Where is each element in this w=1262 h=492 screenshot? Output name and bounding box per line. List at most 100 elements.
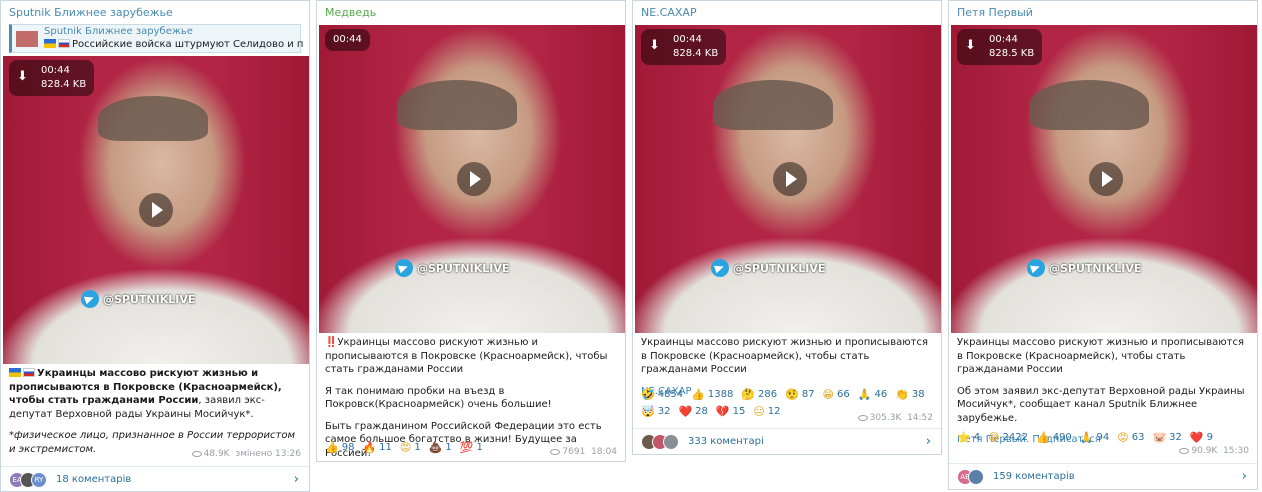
- reaction[interactable]: ❤️ 28: [678, 405, 707, 418]
- channel-title[interactable]: Петя Первый: [957, 6, 1033, 19]
- comments-label[interactable]: 333 коментарі: [688, 436, 764, 447]
- reaction[interactable]: ❤️ 9: [1190, 431, 1213, 444]
- download-icon[interactable]: ⬇: [17, 70, 28, 84]
- video-info-badge[interactable]: ⬇ 00:44 828.5 KB: [957, 29, 1043, 65]
- reaction[interactable]: 💔 15: [716, 405, 745, 418]
- video-duration: 00:44: [673, 34, 702, 45]
- comments-bar[interactable]: 333 коментарі ›: [633, 428, 941, 454]
- post-sputnik: Sputnik Ближнее зарубежье Sputnik Ближне…: [0, 0, 310, 492]
- chevron-right-icon[interactable]: ›: [1242, 469, 1247, 484]
- reaction[interactable]: 🤯 32: [641, 405, 670, 418]
- avatar: [968, 468, 984, 485]
- post-petya: Петя Первый ⬇ 00:44 828.5 KB @SPUTNIKLIV…: [948, 0, 1258, 490]
- video-player[interactable]: ⬇ 00:44 828.4 KB @SPUTNIKLIVE: [635, 25, 941, 333]
- reaction[interactable]: 🔥 11: [362, 441, 391, 454]
- video-figure: [98, 96, 208, 141]
- post-time: 15:30: [1223, 446, 1249, 456]
- post-meta: 7691 18:04: [550, 447, 617, 457]
- channel-title[interactable]: Медведь: [325, 6, 376, 19]
- view-count: 305.3K: [869, 413, 902, 423]
- double-exclamation-icon: ‼️: [325, 337, 338, 348]
- comments-label[interactable]: 159 коментарів: [993, 471, 1075, 482]
- video-info-badge[interactable]: ⬇ 00:44 828.4 KB: [9, 60, 95, 96]
- avatar: RY: [31, 471, 47, 488]
- video-player[interactable]: ⬇ 00:44 828.5 KB @SPUTNIKLIVE: [951, 25, 1257, 333]
- post-meta: 305.3K 14:52: [857, 413, 933, 423]
- russia-flag-icon: [58, 39, 70, 48]
- reaction[interactable]: 👍 98: [325, 441, 354, 454]
- reaction[interactable]: 👍 490: [1036, 431, 1072, 444]
- chevron-right-icon[interactable]: ›: [926, 434, 931, 449]
- play-icon[interactable]: [139, 193, 173, 227]
- video-size: 828.4 KB: [673, 48, 719, 59]
- view-count: 7691: [562, 447, 586, 457]
- post-medved: Медведь 00:44 @SPUTNIKLIVE ‼️Украинцы ма…: [316, 0, 626, 462]
- channel-title[interactable]: NE.CAXAP: [641, 6, 697, 19]
- reaction[interactable]: 🙏 46: [858, 388, 887, 401]
- reaction[interactable]: 😐 12: [753, 405, 780, 418]
- play-icon[interactable]: [1089, 162, 1123, 196]
- view-count: 48.9K: [203, 449, 230, 459]
- reaction[interactable]: 🤨 87: [785, 388, 814, 401]
- paragraph: Украинцы массово рискуют жизнью и пропис…: [325, 337, 608, 375]
- reply-title: Sputnik Ближнее зарубежье: [44, 26, 193, 37]
- post-time: 14:52: [907, 413, 933, 423]
- reactions: ⭐ 4 😁 2422 👍 490 🙏 94 😡 63 🐷 32 ❤️ 9: [957, 431, 1251, 444]
- watermark: @SPUTNIKLIVE: [81, 289, 195, 309]
- channel-title[interactable]: Sputnik Ближнее зарубежье: [9, 6, 173, 19]
- post-necaxap: NE.CAXAP ⬇ 00:44 828.4 KB @SPUTNIKLIVE У…: [632, 0, 942, 455]
- comments-bar[interactable]: AB 159 коментарів ›: [949, 463, 1257, 489]
- comments-label[interactable]: 18 коментарів: [56, 474, 131, 485]
- video-duration: 00:44: [41, 65, 70, 76]
- commenter-avatars: AB: [957, 468, 984, 485]
- video-info-badge[interactable]: ⬇ 00:44 828.4 KB: [641, 29, 727, 65]
- comments-bar[interactable]: EA RY 18 коментарів ›: [1, 466, 309, 491]
- commenter-avatars: [641, 433, 679, 450]
- reaction[interactable]: 😁 66: [823, 388, 850, 401]
- reaction[interactable]: 🙏 94: [1080, 431, 1109, 444]
- post-time: змінено 13:26: [235, 449, 301, 459]
- reaction[interactable]: 💯 1: [460, 441, 483, 454]
- reaction[interactable]: 🐷 32: [1152, 431, 1181, 444]
- view-count: 90.9K: [1191, 446, 1218, 456]
- chevron-right-icon[interactable]: ›: [294, 472, 299, 487]
- eye-icon: [550, 448, 561, 455]
- reaction[interactable]: 👏 38: [895, 388, 924, 401]
- telegram-icon: [1027, 259, 1045, 277]
- video-duration: 00:44: [989, 34, 1018, 45]
- play-icon[interactable]: [773, 162, 807, 196]
- reaction[interactable]: 😁 2422: [988, 431, 1028, 444]
- reaction[interactable]: 🤣 4854: [641, 388, 683, 401]
- watermark: @SPUTNIKLIVE: [711, 258, 825, 278]
- reaction[interactable]: ⭐ 4: [957, 431, 980, 444]
- reaction[interactable]: 👍 1388: [691, 388, 733, 401]
- video-duration: 00:44: [333, 34, 362, 45]
- download-icon[interactable]: ⬇: [965, 39, 976, 53]
- eye-icon: [1179, 447, 1190, 454]
- video-size: 828.5 KB: [989, 48, 1035, 59]
- reaction[interactable]: 😡 1: [400, 441, 421, 454]
- video-player[interactable]: 00:44 @SPUTNIKLIVE: [319, 25, 625, 333]
- post-meta: 90.9K 15:30: [1179, 446, 1249, 456]
- play-icon[interactable]: [457, 162, 491, 196]
- download-icon[interactable]: ⬇: [649, 39, 660, 53]
- reactions: 👍 98 🔥 11 😡 1 💩 1 💯 1: [325, 441, 515, 454]
- commenter-avatars: EA RY: [9, 471, 47, 488]
- ukraine-flag-icon: [9, 368, 21, 377]
- video-figure: [713, 80, 833, 130]
- reaction[interactable]: 😡 63: [1117, 431, 1144, 444]
- telegram-icon: [711, 259, 729, 277]
- paragraph: Я так понимаю пробки на въезд в Покровск…: [325, 385, 552, 411]
- video-player[interactable]: ⬇ 00:44 828.4 KB @SPUTNIKLIVE: [3, 56, 309, 364]
- reply-snippet: Российские войска штурмуют Селидово и п.…: [44, 39, 304, 50]
- eye-icon: [857, 414, 868, 421]
- eye-icon: [191, 450, 202, 457]
- watermark: @SPUTNIKLIVE: [395, 258, 509, 278]
- reply-preview[interactable]: Sputnik Ближнее зарубежье Российские вой…: [9, 24, 304, 53]
- paragraph: Украинцы массово рискуют жизнью и пропис…: [957, 337, 1244, 375]
- post-time: 18:04: [591, 447, 617, 457]
- reaction[interactable]: 🤔 286: [741, 388, 777, 401]
- video-info-badge[interactable]: 00:44: [325, 29, 370, 51]
- telegram-icon: [81, 290, 99, 308]
- reaction[interactable]: 💩 1: [429, 441, 452, 454]
